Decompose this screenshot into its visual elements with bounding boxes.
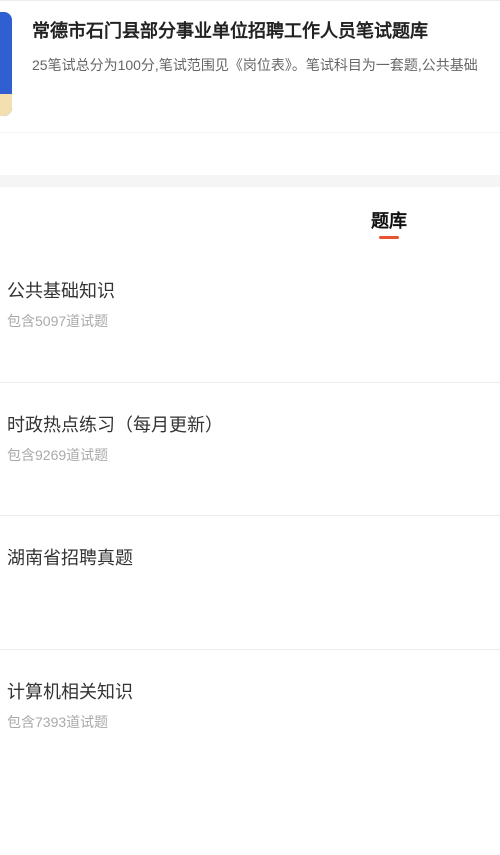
- exam-cover-image: [0, 12, 12, 116]
- exam-description: 25笔试总分为100分,笔试范围见《岗位表》。笔试科目为一套题,公共基础: [32, 57, 478, 73]
- header-divider: [0, 132, 500, 133]
- top-divider: [0, 0, 500, 1]
- section-separator: [0, 175, 500, 187]
- list-item-current-affairs[interactable]: 时政热点练习（每月更新） 包含9269道试题: [0, 383, 500, 516]
- list-item-public-basics[interactable]: 公共基础知识 包含5097道试题: [0, 249, 500, 383]
- tab-bar: 题库: [0, 187, 500, 247]
- list-item-computer-knowledge[interactable]: 计算机相关知识 包含7393道试题: [0, 650, 500, 784]
- question-bank-list: 公共基础知识 包含5097道试题 时政热点练习（每月更新） 包含9269道试题 …: [0, 249, 500, 783]
- bank-name: 公共基础知识: [7, 281, 115, 301]
- bank-name: 时政热点练习（每月更新）: [7, 414, 223, 435]
- exam-header-card[interactable]: 常德市石门县部分事业单位招聘工作人员笔试题库 25笔试总分为100分,笔试范围见…: [0, 2, 500, 134]
- active-tab-indicator: [379, 236, 399, 239]
- exam-title: 常德市石门县部分事业单位招聘工作人员笔试题库: [32, 21, 428, 41]
- tab-question-bank[interactable]: 题库: [366, 207, 412, 239]
- bank-question-count: 包含9269道试题: [7, 446, 109, 463]
- bank-question-count: 包含5097道试题: [7, 313, 109, 329]
- bank-question-count: 包含7393道试题: [7, 713, 109, 730]
- list-item-hunan-real-exams[interactable]: 湖南省招聘真题: [0, 516, 500, 650]
- bank-name: 计算机相关知识: [7, 681, 133, 702]
- bank-name: 湖南省招聘真题: [7, 548, 133, 568]
- tab-label: 题库: [371, 211, 407, 231]
